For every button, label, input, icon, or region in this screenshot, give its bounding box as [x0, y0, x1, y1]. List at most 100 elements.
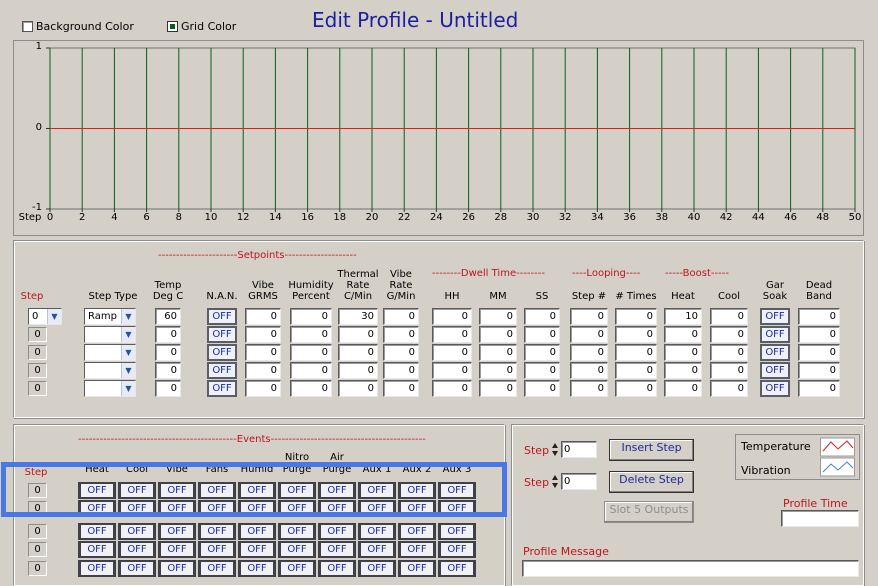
event-toggle[interactable]: OFF: [438, 560, 476, 577]
event-toggle[interactable]: OFF: [198, 560, 236, 577]
vibe-rate-field[interactable]: 0: [383, 362, 419, 379]
step-selector[interactable]: 0 ▼: [28, 308, 62, 325]
chevron-down-icon[interactable]: ▼: [47, 309, 61, 324]
delete-step-number-field[interactable]: 0: [561, 473, 597, 490]
step-type-select[interactable]: ▼: [84, 344, 136, 361]
vibe-field[interactable]: 0: [245, 380, 281, 397]
event-toggle[interactable]: OFF: [118, 541, 156, 558]
cool-field[interactable]: 0: [710, 308, 748, 325]
ss-field[interactable]: 0: [524, 344, 560, 361]
event-toggle[interactable]: OFF: [318, 541, 356, 558]
event-toggle[interactable]: OFF: [278, 523, 316, 540]
event-toggle[interactable]: OFF: [438, 482, 476, 499]
event-toggle[interactable]: OFF: [318, 500, 356, 517]
event-toggle[interactable]: OFF: [358, 523, 396, 540]
cool-field[interactable]: 0: [710, 380, 748, 397]
event-toggle[interactable]: OFF: [398, 523, 436, 540]
vibe-field[interactable]: 0: [245, 362, 281, 379]
event-toggle[interactable]: OFF: [318, 482, 356, 499]
hh-field[interactable]: 0: [432, 362, 472, 379]
event-toggle[interactable]: OFF: [198, 500, 236, 517]
gar-soak-toggle[interactable]: OFF: [760, 308, 790, 325]
chevron-down-icon[interactable]: ▼: [121, 345, 135, 360]
mm-field[interactable]: 0: [479, 326, 517, 343]
event-toggle[interactable]: OFF: [158, 560, 196, 577]
event-toggle[interactable]: OFF: [198, 523, 236, 540]
event-toggle[interactable]: OFF: [78, 500, 116, 517]
event-toggle[interactable]: OFF: [398, 500, 436, 517]
event-toggle[interactable]: OFF: [78, 482, 116, 499]
event-toggle[interactable]: OFF: [318, 523, 356, 540]
temp-field[interactable]: 0: [155, 380, 181, 397]
event-toggle[interactable]: OFF: [398, 482, 436, 499]
dead-field[interactable]: 0: [798, 344, 840, 361]
profile-time-field[interactable]: [781, 510, 859, 527]
vibe-rate-field[interactable]: 0: [383, 308, 419, 325]
step-num-field[interactable]: 0: [570, 326, 608, 343]
dead-field[interactable]: 0: [798, 380, 840, 397]
vibe-rate-field[interactable]: 0: [383, 326, 419, 343]
event-toggle[interactable]: OFF: [118, 523, 156, 540]
thermal-field[interactable]: 0: [338, 326, 378, 343]
hh-field[interactable]: 0: [432, 308, 472, 325]
vibe-rate-field[interactable]: 0: [383, 380, 419, 397]
profile-message-field[interactable]: [522, 560, 859, 577]
event-toggle[interactable]: OFF: [118, 500, 156, 517]
times-field[interactable]: 0: [615, 380, 657, 397]
dead-field[interactable]: 0: [798, 362, 840, 379]
event-toggle[interactable]: OFF: [158, 523, 196, 540]
dead-field[interactable]: 0: [798, 326, 840, 343]
step-type-select[interactable]: ▼: [84, 380, 136, 397]
event-toggle[interactable]: OFF: [398, 560, 436, 577]
cool-field[interactable]: 0: [710, 326, 748, 343]
event-toggle[interactable]: OFF: [398, 541, 436, 558]
thermal-field[interactable]: 0: [338, 344, 378, 361]
ss-field[interactable]: 0: [524, 308, 560, 325]
mm-field[interactable]: 0: [479, 344, 517, 361]
times-field[interactable]: 0: [615, 344, 657, 361]
hh-field[interactable]: 0: [432, 380, 472, 397]
humidity-field[interactable]: 0: [290, 308, 332, 325]
event-toggle[interactable]: OFF: [158, 541, 196, 558]
event-toggle[interactable]: OFF: [278, 541, 316, 558]
heat-field[interactable]: 10: [664, 308, 702, 325]
event-toggle[interactable]: OFF: [238, 500, 276, 517]
vibe-field[interactable]: 0: [245, 326, 281, 343]
ss-field[interactable]: 0: [524, 362, 560, 379]
event-toggle[interactable]: OFF: [198, 541, 236, 558]
step-num-field[interactable]: 0: [570, 362, 608, 379]
step-num-field[interactable]: 0: [570, 380, 608, 397]
step-spinner-2[interactable]: [551, 473, 559, 490]
times-field[interactable]: 0: [615, 326, 657, 343]
cool-field[interactable]: 0: [710, 362, 748, 379]
temp-field[interactable]: 0: [155, 344, 181, 361]
slot5-outputs-button[interactable]: Slot 5 Outputs: [604, 501, 694, 523]
chevron-down-icon[interactable]: ▼: [121, 363, 135, 378]
chevron-down-icon[interactable]: ▼: [121, 381, 135, 396]
step-type-select[interactable]: Ramp ▼: [84, 308, 136, 325]
mm-field[interactable]: 0: [479, 308, 517, 325]
hh-field[interactable]: 0: [432, 344, 472, 361]
event-toggle[interactable]: OFF: [78, 523, 116, 540]
event-toggle[interactable]: OFF: [158, 482, 196, 499]
humidity-field[interactable]: 0: [290, 326, 332, 343]
ss-field[interactable]: 0: [524, 380, 560, 397]
event-toggle[interactable]: OFF: [358, 560, 396, 577]
step-type-select[interactable]: ▼: [84, 362, 136, 379]
ss-field[interactable]: 0: [524, 326, 560, 343]
temp-field[interactable]: 0: [155, 326, 181, 343]
nan-toggle[interactable]: OFF: [207, 380, 237, 397]
times-field[interactable]: 0: [615, 362, 657, 379]
event-toggle[interactable]: OFF: [438, 541, 476, 558]
gar-soak-toggle[interactable]: OFF: [760, 380, 790, 397]
vibe-field[interactable]: 0: [245, 308, 281, 325]
gar-soak-toggle[interactable]: OFF: [760, 326, 790, 343]
nan-toggle[interactable]: OFF: [207, 308, 237, 325]
event-toggle[interactable]: OFF: [238, 541, 276, 558]
nan-toggle[interactable]: OFF: [207, 344, 237, 361]
gar-soak-toggle[interactable]: OFF: [760, 362, 790, 379]
event-toggle[interactable]: OFF: [238, 560, 276, 577]
event-toggle[interactable]: OFF: [278, 500, 316, 517]
insert-step-number-field[interactable]: 0: [561, 441, 597, 458]
event-toggle[interactable]: OFF: [158, 500, 196, 517]
